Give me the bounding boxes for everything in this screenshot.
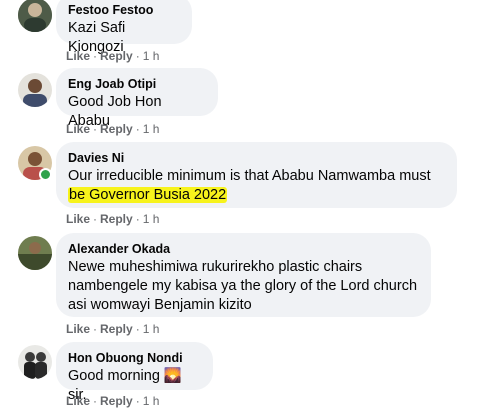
separator: · <box>135 394 140 408</box>
comment-actions: Like · Reply · 1 h <box>66 394 159 408</box>
like-button[interactable]: Like <box>66 394 90 408</box>
timestamp[interactable]: 1 h <box>143 212 160 226</box>
comment-text-part: Good morning <box>68 368 160 384</box>
reply-button[interactable]: Reply <box>100 322 133 336</box>
comment-thread: Festoo Festoo Kazi Safi Kiongozi Like · Re… <box>0 0 479 409</box>
like-button[interactable]: Like <box>66 322 90 336</box>
like-button[interactable]: Like <box>66 212 90 226</box>
comment-bubble: Hon Obuong Nondi Good morning 🌄 sir. <box>56 342 213 403</box>
comment-text: Our irreducible minimum is that Ababu Na… <box>68 167 445 205</box>
comment-actions: Like · Reply · 1 h <box>66 49 159 63</box>
avatar[interactable] <box>18 0 52 32</box>
reply-button[interactable]: Reply <box>100 212 133 226</box>
highlighted-text: be Governor Busia 2022 <box>68 187 228 203</box>
separator: · <box>93 322 98 336</box>
avatar[interactable] <box>18 345 52 379</box>
comment-actions: Like · Reply · 1 h <box>66 212 159 226</box>
comment-author[interactable]: Alexander Okada <box>68 241 419 257</box>
comment-author[interactable]: Davies Ni <box>68 150 445 166</box>
comment-actions: Like · Reply · 1 h <box>66 322 159 336</box>
online-status-dot <box>39 168 52 181</box>
comment-text: Newe muheshimiwa rukurirekho plastic cha… <box>68 258 419 315</box>
separator: · <box>135 122 140 136</box>
comment-text-line: Our irreducible minimum is that Ababu Na… <box>68 168 431 184</box>
separator: · <box>135 212 140 226</box>
avatar[interactable] <box>18 73 52 107</box>
comment-actions: Like · Reply · 1 h <box>66 122 159 136</box>
timestamp[interactable]: 1 h <box>143 394 160 408</box>
like-button[interactable]: Like <box>66 49 90 63</box>
comment-bubble: Davies Ni Our irreducible minimum is tha… <box>56 142 457 208</box>
timestamp[interactable]: 1 h <box>143 122 160 136</box>
reply-button[interactable]: Reply <box>100 394 133 408</box>
timestamp[interactable]: 1 h <box>143 49 160 63</box>
reply-button[interactable]: Reply <box>100 49 133 63</box>
separator: · <box>135 322 140 336</box>
comment-bubble: Eng Joab Otipi Good Job Hon Ababu <box>56 68 218 129</box>
comment-author[interactable]: Hon Obuong Nondi <box>68 350 201 366</box>
comment-text-line: asi womwayi Benjamin kizito <box>68 297 252 313</box>
comment-text-line: Newe muheshimiwa rukurirekho plastic cha… <box>68 259 363 275</box>
comment-author[interactable]: Festoo Festoo <box>68 2 180 18</box>
reply-button[interactable]: Reply <box>100 122 133 136</box>
comment-author[interactable]: Eng Joab Otipi <box>68 76 206 92</box>
separator: · <box>93 49 98 63</box>
separator: · <box>93 122 98 136</box>
comment-bubble: Alexander Okada Newe muheshimiwa rukurir… <box>56 233 431 317</box>
timestamp[interactable]: 1 h <box>143 322 160 336</box>
sunrise-emoji-icon: 🌄 <box>163 368 182 384</box>
avatar[interactable] <box>18 236 52 270</box>
separator: · <box>93 212 98 226</box>
separator: · <box>93 394 98 408</box>
like-button[interactable]: Like <box>66 122 90 136</box>
comment-bubble: Festoo Festoo Kazi Safi Kiongozi <box>56 0 192 55</box>
comment-text-line: nambengele my kabisa ya the glory of the… <box>68 278 418 294</box>
separator: · <box>135 49 140 63</box>
